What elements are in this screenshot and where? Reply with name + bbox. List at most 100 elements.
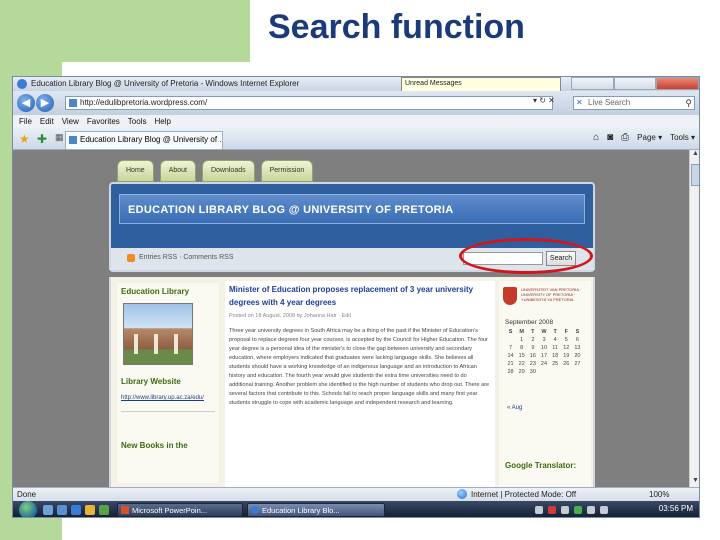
calendar-day[interactable]: 17 <box>538 353 549 359</box>
feeds-icon[interactable]: ◙ <box>607 132 613 143</box>
favorites-star-icon[interactable]: ★ <box>19 132 30 146</box>
calendar-day[interactable]: 30 <box>527 369 538 375</box>
calendar-day[interactable]: 4 <box>550 337 561 343</box>
taskbar-ie[interactable]: Education Library Blo... <box>247 503 385 517</box>
decor-green-block <box>0 0 250 62</box>
calendar-day <box>538 369 549 375</box>
calendar-weekday: M <box>519 329 524 335</box>
start-button[interactable] <box>19 501 37 517</box>
calendar-day <box>561 369 572 375</box>
calendar-day <box>572 369 583 375</box>
calendar-day[interactable]: 5 <box>561 337 572 343</box>
address-bar[interactable]: http://edulibpretoria.wordpress.com/ <box>65 96 553 110</box>
close-button[interactable] <box>656 77 699 90</box>
menu-tools[interactable]: Tools <box>128 117 147 126</box>
tab-education-library[interactable]: Education Library Blog @ University of .… <box>65 131 223 149</box>
tray-icon[interactable] <box>535 506 543 514</box>
calendar-day[interactable]: 21 <box>505 361 516 367</box>
tab-label: Education Library Blog @ University of .… <box>80 135 223 144</box>
back-button[interactable]: ◀ <box>17 94 35 112</box>
calendar-weekday: S <box>575 329 580 335</box>
forward-button[interactable]: ▶ <box>36 94 54 112</box>
live-search-input[interactable]: ✕ Live Search ⚲ <box>573 96 695 110</box>
calendar-day[interactable]: 14 <box>505 353 516 359</box>
calendar-day[interactable]: 8 <box>516 345 527 351</box>
calendar-day[interactable]: 28 <box>505 369 516 375</box>
nav-home[interactable]: Home <box>117 160 154 182</box>
live-search-logo-icon: ✕ <box>576 98 583 107</box>
tray-icon[interactable] <box>587 506 595 514</box>
calendar-day[interactable]: 18 <box>550 353 561 359</box>
calendar-day[interactable]: 11 <box>550 345 561 351</box>
menu-file[interactable]: File <box>19 117 32 126</box>
vertical-scrollbar[interactable]: ▲ ▼ <box>689 150 699 487</box>
show-desktop-icon[interactable] <box>43 505 53 515</box>
scrollbar-thumb[interactable] <box>691 164 699 186</box>
minimize-button[interactable] <box>571 77 614 90</box>
calendar-day[interactable]: 12 <box>561 345 572 351</box>
calendar-day[interactable]: 20 <box>572 353 583 359</box>
tray-icon[interactable] <box>548 506 556 514</box>
refresh-stop-icons[interactable]: ▾ ↻ ✕ <box>533 96 555 105</box>
nav-about[interactable]: About <box>159 160 196 182</box>
menu-favorites[interactable]: Favorites <box>87 117 120 126</box>
blog-title[interactable]: EDUCATION LIBRARY BLOG @ UNIVERSITY OF P… <box>128 204 454 216</box>
print-icon[interactable]: ⎙ <box>621 132 629 143</box>
feeds-links[interactable]: Entries RSS · Comments RSS <box>139 254 234 261</box>
blog-page: Home About Downloads Permission EDUCATIO… <box>109 158 595 487</box>
taskbar-powerpoint[interactable]: Microsoft PowerPoin... <box>117 503 243 517</box>
calendar-day[interactable]: 19 <box>561 353 572 359</box>
search-icon[interactable]: ⚲ <box>685 97 692 109</box>
page-menu[interactable]: Page ▾ <box>637 133 662 142</box>
zoom-level[interactable]: 100% <box>649 490 669 499</box>
app-quicklaunch-icon[interactable] <box>99 505 109 515</box>
quick-tabs-icon[interactable]: ▦ <box>55 132 64 143</box>
calendar-title: September 2008 <box>505 319 554 326</box>
scroll-down-icon[interactable]: ▼ <box>690 477 699 487</box>
library-website-link[interactable]: http://www.library.up.ac.za/edu/ <box>121 395 204 401</box>
nav-downloads[interactable]: Downloads <box>201 160 255 182</box>
calendar-weekday: S <box>508 329 513 335</box>
calendar-day[interactable]: 15 <box>516 353 527 359</box>
calendar-day[interactable]: 13 <box>572 345 583 351</box>
tools-menu[interactable]: Tools ▾ <box>670 133 695 142</box>
calendar-day[interactable]: 9 <box>527 345 538 351</box>
calendar-day[interactable]: 10 <box>538 345 549 351</box>
scroll-up-icon[interactable]: ▲ <box>690 150 699 160</box>
calendar-day[interactable]: 25 <box>550 361 561 367</box>
calendar-day[interactable]: 1 <box>516 337 527 343</box>
calendar-day[interactable]: 6 <box>572 337 583 343</box>
tray-icon[interactable] <box>561 506 569 514</box>
calendar-day[interactable]: 3 <box>538 337 549 343</box>
calendar-day[interactable]: 16 <box>527 353 538 359</box>
nav-permission[interactable]: Permission <box>260 160 314 182</box>
calendar-day[interactable]: 29 <box>516 369 527 375</box>
menu-help[interactable]: Help <box>154 117 170 126</box>
tray-icon[interactable] <box>574 506 582 514</box>
folder-quicklaunch-icon[interactable] <box>85 505 95 515</box>
photo-column <box>134 334 138 354</box>
taskbar: Microsoft PowerPoin... Education Library… <box>13 501 699 517</box>
calendar-day[interactable]: 26 <box>561 361 572 367</box>
calendar-weekday: F <box>564 329 568 335</box>
calendar-day[interactable]: 7 <box>505 345 516 351</box>
add-favorites-icon[interactable]: ✚ <box>37 132 47 146</box>
calendar-day[interactable]: 27 <box>572 361 583 367</box>
menu-edit[interactable]: Edit <box>40 117 54 126</box>
home-icon[interactable]: ⌂ <box>593 132 599 143</box>
calendar-day[interactable]: 2 <box>527 337 538 343</box>
ie-quicklaunch-icon[interactable] <box>71 505 81 515</box>
address-row: ◀ ▶ http://edulibpretoria.wordpress.com/… <box>13 91 699 115</box>
security-zone: Internet | Protected Mode: Off <box>471 490 577 499</box>
menu-view[interactable]: View <box>62 117 79 126</box>
calendar-prev-link[interactable]: « Aug <box>507 405 522 411</box>
right-sidebar: UNIVERSITEIT VAN PRETORIA · UNIVERSITY O… <box>499 281 591 487</box>
switch-windows-icon[interactable] <box>57 505 67 515</box>
calendar-day[interactable]: 24 <box>538 361 549 367</box>
calendar-grid: S M T W T F S 1 2 3 4 5 6 7 8 9 10 11 12 13 14 15 16 17 18 19 20 21… <box>505 329 583 375</box>
tray-icon[interactable] <box>600 506 608 514</box>
calendar-day[interactable]: 23 <box>527 361 538 367</box>
maximize-button[interactable] <box>613 77 657 90</box>
calendar-day[interactable]: 22 <box>516 361 527 367</box>
post-title[interactable]: Minister of Education proposes replaceme… <box>229 283 491 309</box>
